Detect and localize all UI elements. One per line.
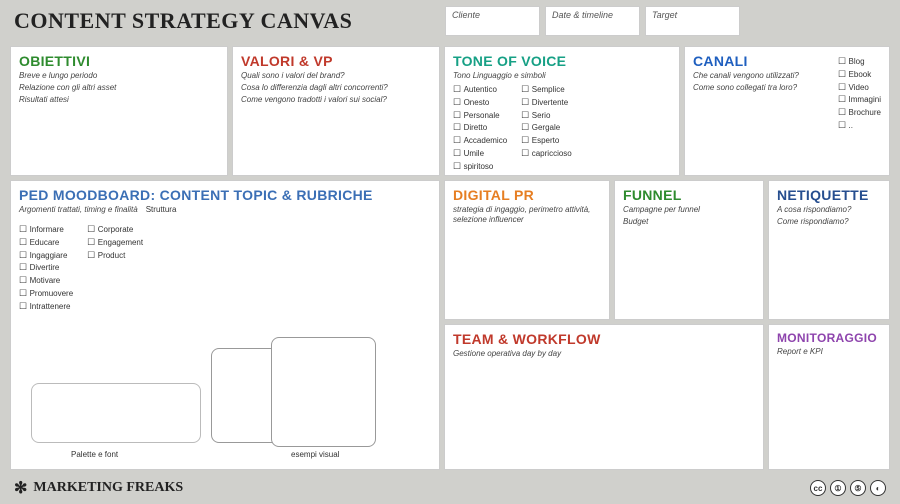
field-cliente[interactable]: Cliente bbox=[445, 6, 540, 36]
box-netiquette: NETIQUETTE A cosa rispondiamo? Come risp… bbox=[768, 180, 890, 320]
ped-col-b: CorporateEngagementProduct bbox=[87, 223, 143, 313]
brand-logo: ✻ MARKETING FREAKS bbox=[14, 478, 183, 498]
box-tone: TONE OF VOICE Tono Linguaggio e simboli … bbox=[444, 46, 680, 176]
nc-icon: ◐ bbox=[870, 480, 886, 496]
team-title: TEAM & WORKFLOW bbox=[453, 331, 755, 347]
field-target[interactable]: Target bbox=[645, 6, 740, 36]
box-monitoraggio: MONITORAGGIO Report e KPI bbox=[768, 324, 890, 470]
ped-col-a: InformareEducareIngaggiare DivertireMoti… bbox=[19, 223, 73, 313]
esempi-label: esempi visual bbox=[291, 450, 339, 459]
logo-icon: ✻ bbox=[14, 478, 27, 498]
pr-title: DIGITAL PR bbox=[453, 187, 601, 203]
obiettivi-title: OBIETTIVI bbox=[19, 53, 219, 69]
field-date-timeline[interactable]: Date & timeline bbox=[545, 6, 640, 36]
tone-title: TONE OF VOICE bbox=[453, 53, 671, 69]
box-canali: CANALI Che canali vengono utilizzati? Co… bbox=[684, 46, 890, 176]
box-valori: VALORI & VP Quali sono i valori del bran… bbox=[232, 46, 440, 176]
tone-col-b: SempliceDivertenteSerio GergaleEspertoca… bbox=[521, 83, 572, 173]
license-icons: cc ① ⑤ ◐ bbox=[810, 480, 886, 496]
canali-list: BlogEbookVideo ImmaginiBrochure.. bbox=[838, 53, 881, 132]
box-ped-moodboard: PED MOODBOARD: CONTENT TOPIC & RUBRICHE … bbox=[10, 180, 440, 470]
ped-title: PED MOODBOARD: CONTENT TOPIC & RUBRICHE bbox=[19, 187, 431, 203]
page-title: CONTENT STRATEGY CANVAS bbox=[14, 8, 352, 34]
box-team-workflow: TEAM & WORKFLOW Gestione operativa day b… bbox=[444, 324, 764, 470]
valori-title: VALORI & VP bbox=[241, 53, 431, 69]
palette-swatch bbox=[31, 383, 201, 443]
canali-title: CANALI bbox=[693, 53, 828, 69]
funnel-title: FUNNEL bbox=[623, 187, 755, 203]
visual-swatch-2 bbox=[271, 337, 376, 447]
cc-icon: cc bbox=[810, 480, 826, 496]
tone-col-a: AutenticoOnestoPersonale DirettoAccademi… bbox=[453, 83, 507, 173]
canvas-root: CONTENT STRATEGY CANVAS Cliente Date & t… bbox=[0, 0, 900, 504]
sa-icon: ⑤ bbox=[850, 480, 866, 496]
box-funnel: FUNNEL Campagne per funnel Budget bbox=[614, 180, 764, 320]
box-digital-pr: DIGITAL PR strategia di ingaggio, perime… bbox=[444, 180, 610, 320]
by-icon: ① bbox=[830, 480, 846, 496]
monitor-title: MONITORAGGIO bbox=[777, 331, 881, 345]
netiquette-title: NETIQUETTE bbox=[777, 187, 881, 203]
box-obiettivi: OBIETTIVI Breve e lungo periodo Relazion… bbox=[10, 46, 228, 176]
palette-label: Palette e font bbox=[71, 450, 118, 459]
